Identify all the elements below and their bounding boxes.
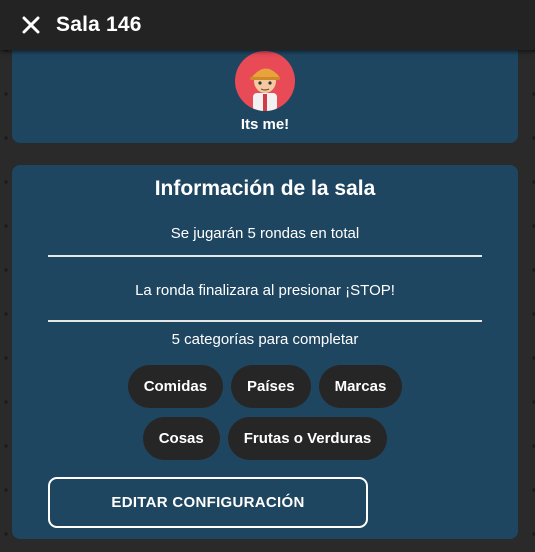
room-info-card: Información de la sala Se jugarán 5 rond… (12, 165, 518, 539)
category-chip: Frutas o Verduras (227, 417, 388, 460)
avatar-icon (250, 68, 280, 111)
close-icon (22, 16, 40, 34)
category-chip: Países (231, 365, 311, 408)
room-info-title: Información de la sala (154, 177, 376, 200)
rounds-info: Se jugarán 5 rondas en total (170, 225, 360, 242)
player-name: Its me! (240, 116, 290, 133)
edit-config-button[interactable]: EDITAR CONFIGURACIÓN (48, 477, 368, 528)
category-chips-row-2: Cosas Frutas o Verduras (12, 417, 518, 460)
category-chip: Comidas (127, 365, 224, 408)
player-card: Its me! (12, 40, 518, 143)
category-chip: Marcas (318, 365, 403, 408)
categories-info: 5 categorías para completar (171, 331, 359, 348)
close-button[interactable] (14, 8, 48, 42)
category-chip: Cosas (142, 417, 220, 460)
category-chips-row-1: Comidas Países Marcas (12, 365, 518, 408)
round-end-info: La ronda finalizara al presionar ¡STOP! (135, 282, 395, 299)
page-title: Sala 146 (56, 13, 142, 36)
top-bar: Sala 146 (0, 0, 535, 50)
divider (48, 320, 482, 322)
avatar (235, 51, 295, 111)
divider (48, 255, 482, 257)
